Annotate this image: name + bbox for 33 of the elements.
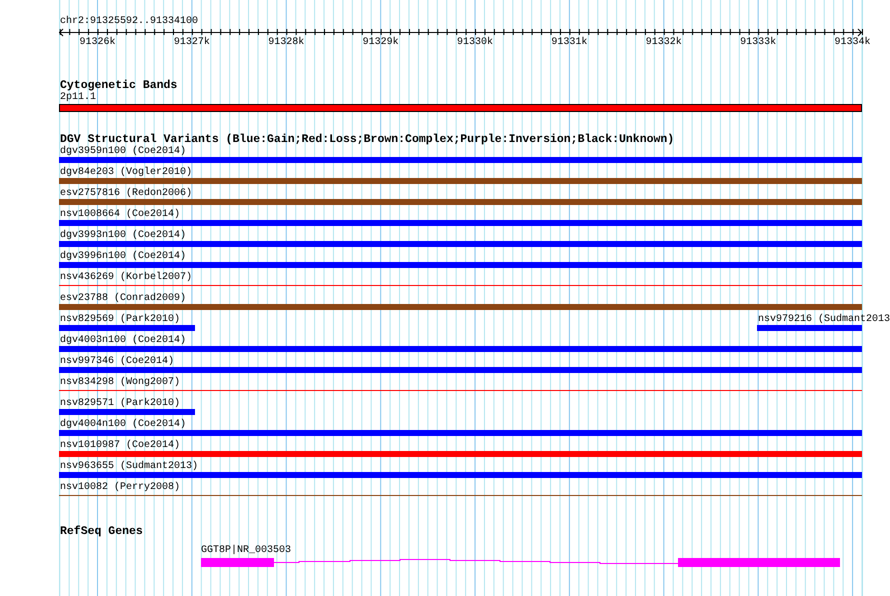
track-title: RefSeq Genes <box>60 525 144 538</box>
ruler-tick-label: 91331k <box>551 37 588 48</box>
ruler-tick-label: 91334k <box>834 37 871 48</box>
ruler-tick-label: 91330k <box>457 37 494 48</box>
ruler-tick-label: 91326k <box>80 37 116 48</box>
variant-label: nsv997346 (Coe2014) <box>60 356 174 367</box>
variant-label: dgv4004n100 (Coe2014) <box>60 419 186 430</box>
variant-label: nsv963655 (Sudmant2013) <box>60 461 198 472</box>
variant-label: nsv834298 (Wong2007) <box>60 377 180 388</box>
variant-label: nsv436269 (Korbel2007) <box>60 272 192 283</box>
variant-label: nsv829571 (Park2010) <box>60 398 180 409</box>
track-title: Cytogenetic Bands <box>60 79 178 92</box>
variant-label: dgv3959n100 (Coe2014) <box>60 146 186 157</box>
variant-label: dgv4003n100 (Coe2014) <box>60 335 186 346</box>
ruler-tick-label: 91333k <box>740 37 776 48</box>
track-title: DGV Structural Variants (Blue:Gain;Red:Loss;Brown:Complex;Purple:Inversion;Black:Unknown) <box>60 133 676 146</box>
ruler-tick-label: 91329k <box>362 37 399 48</box>
ruler-tick-label: 91328k <box>268 37 304 48</box>
variant-label: dgv3993n100 (Coe2014) <box>60 230 186 241</box>
variant-label: dgv84e203 (Vogler2010) <box>60 167 192 178</box>
gene-label: GGT8P|NR_003503 <box>201 545 292 556</box>
variant-label: esv2757816 (Redon2006) <box>60 188 192 199</box>
variant-label: nsv1008664 (Coe2014) <box>60 209 180 220</box>
band-label: 2p11.1 <box>60 92 98 103</box>
ruler-tick-label: 91327k <box>174 37 210 48</box>
variant-label: nsv829569 (Park2010) <box>60 314 180 325</box>
ruler-tick-label: 91332k <box>646 37 682 48</box>
variant-label: nsv979216 (Sudmant2013 <box>758 314 890 325</box>
variant-label: nsv10082 (Perry2008) <box>60 482 180 493</box>
variant-label: dgv3996n100 (Coe2014) <box>60 251 186 262</box>
variant-label: esv23788 (Conrad2009) <box>60 293 186 304</box>
variant-label: nsv1010987 (Coe2014) <box>60 440 180 451</box>
region-label: chr2:91325592..91334100 <box>60 16 200 27</box>
